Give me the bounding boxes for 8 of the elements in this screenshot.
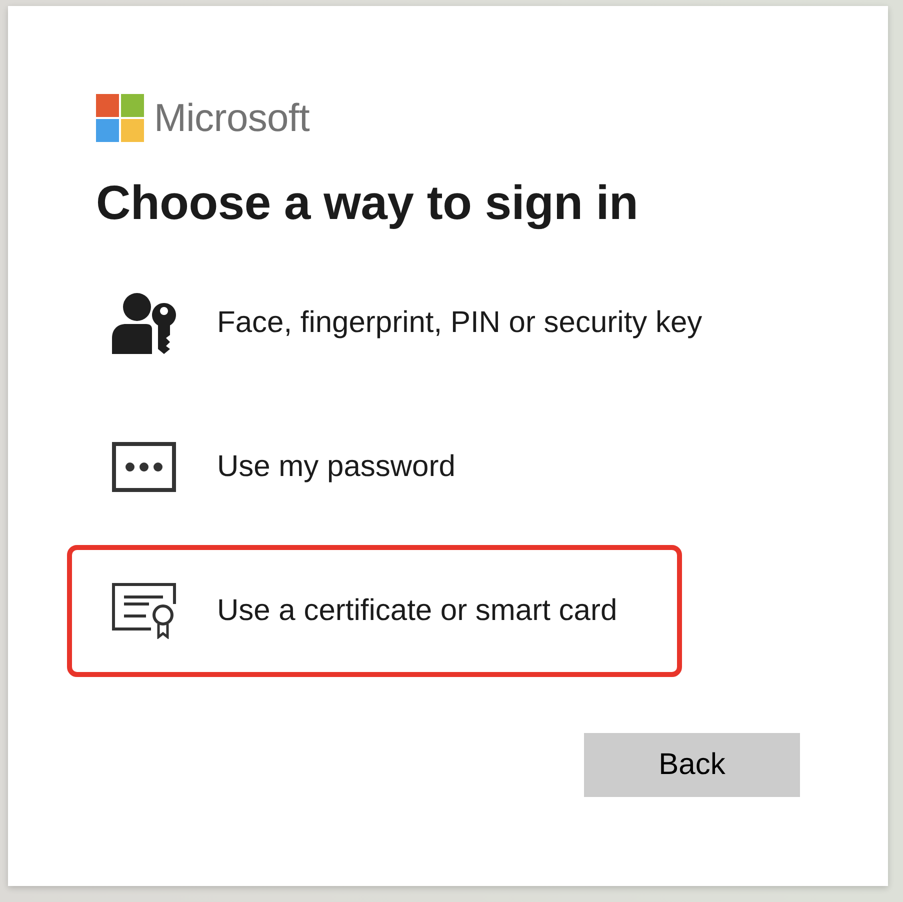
password-dots-icon (112, 442, 176, 492)
person-key-icon (112, 292, 176, 354)
certificate-icon (112, 583, 176, 639)
four-squares-logo-icon (96, 94, 144, 142)
page-title: Choose a way to sign in (96, 176, 640, 232)
sign-in-option[interactable]: Use a certificate or smart card (67, 545, 682, 677)
back-button[interactable]: Back (584, 733, 800, 797)
brand-name: Microsoft (154, 98, 310, 138)
